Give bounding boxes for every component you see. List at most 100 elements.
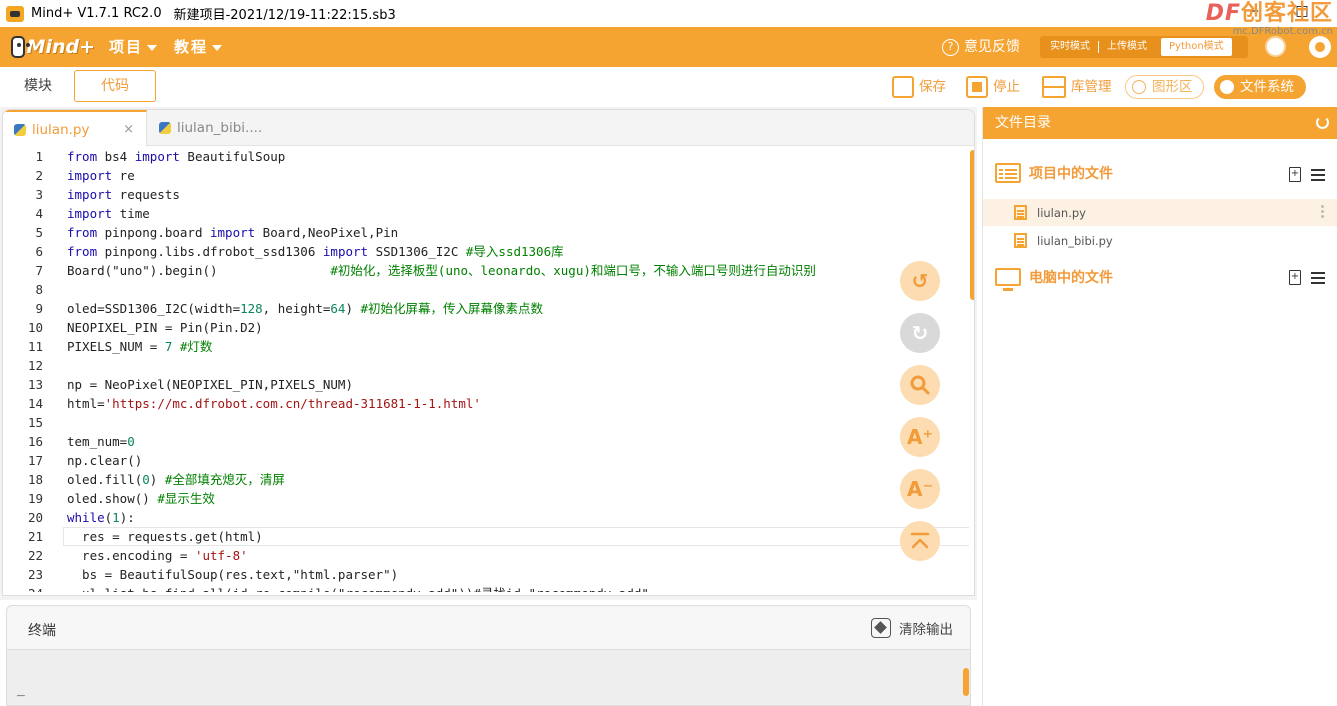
file-panel-header: 文件目录 [983,107,1337,139]
code-line: 21 res = requests.get(html) [3,527,969,546]
line-number: 22 [27,548,43,563]
menubar: Mind+ 项目 教程 ? 意见反馈 实时模式 上传模式 Python模式 [0,27,1337,67]
redo-icon[interactable]: ↻ [900,313,940,353]
code-line: 7 Board("uno").begin() #初始化，选择板型(uno、leon… [3,261,969,280]
line-number: 2 [35,168,43,183]
pc-files-section[interactable]: 电脑中的文件 [995,267,1113,291]
line-number: 16 [27,434,43,449]
file-tab-liulan-bibi[interactable]: liulan_bibi.... [148,110,278,146]
watermark: DF创客社区 mc.DFRobot.com.cn [1206,2,1333,38]
line-number: 24 [3,584,43,592]
stop-label: 停止 [993,79,1020,95]
menu-project[interactable]: 项目 [109,27,158,67]
mode-realtime[interactable]: 实时模式 [1042,38,1098,56]
new-file-icon[interactable]: + [1289,270,1301,285]
file-tab-liulan[interactable]: liulan.py × [3,110,147,147]
avatar[interactable] [1265,36,1286,57]
chevron-down-icon [147,44,158,51]
file-panel: 文件目录 项目中的文件 + liulan.py liulan_bibi.py 电… [982,107,1337,706]
filesystem-button[interactable]: 文件系统 [1214,75,1306,99]
editor-area: liulan.py × liulan_bibi.... 1 from bs4 im… [0,107,977,600]
python-icon [14,123,26,136]
zoom-in-icon[interactable]: A⁺ [900,417,940,457]
clear-output-label: 清除输出 [899,622,953,638]
new-file-icon[interactable]: + [1289,167,1301,182]
filesystem-icon [1220,80,1234,94]
document-icon [1014,205,1027,220]
help-icon: ? [942,38,959,56]
mode-switch: 实时模式 上传模式 Python模式 [1040,36,1248,58]
watermark-url: mc.DFRobot.com.cn [1232,26,1333,37]
code-editor[interactable]: 1 from bs4 import BeautifulSoup 2 import r… [3,147,969,593]
menu-tutorial[interactable]: 教程 [174,27,223,67]
mode-python[interactable]: Python模式 [1161,38,1232,56]
mode-upload[interactable]: 上传模式 [1099,38,1155,56]
scroll-top-icon[interactable] [900,521,940,561]
code-line: 17 np.clear() [3,451,969,470]
code-line: 4 import time [3,204,969,223]
terminal-cursor[interactable]: _ [17,682,25,697]
feedback-button[interactable]: ? 意见反馈 [942,27,1020,67]
menu-icon[interactable] [1311,271,1325,284]
save-label: 保存 [919,79,946,95]
code-line: 6 from pinpong.libs.dfrobot_ssd1306 impor… [3,242,969,261]
file-item-liulan[interactable]: liulan.py [983,199,1337,226]
more-icon[interactable] [1321,205,1324,208]
project-files-section[interactable]: 项目中的文件 [995,163,1113,183]
library-icon [1042,76,1066,98]
window-title-app: Mind+ V1.7.1 RC2.0 [31,6,162,21]
editor-scrollbar[interactable] [970,150,974,300]
window-title-project: 新建项目-2021/12/19-11:22:15.sb3 [173,8,396,23]
code-line: 19 oled.show() #显示生效 [3,489,969,508]
menu-tutorial-label: 教程 [174,38,209,56]
line-number: 21 [27,529,43,544]
code-line: 15 [3,413,969,432]
line-number: 13 [27,377,43,392]
graphics-label: 图形区 [1152,79,1193,95]
file-tab-label: liulan.py [32,121,90,138]
watermark-df: DF [1205,1,1241,26]
chevron-down-icon [212,44,223,51]
editor-box: liulan.py × liulan_bibi.... 1 from bs4 im… [2,109,975,596]
gear-icon[interactable] [1309,36,1331,58]
file-item-liulan-bibi[interactable]: liulan_bibi.py [983,227,1337,254]
menu-project-label: 项目 [109,38,144,56]
window-titlebar: Mind+ V1.7.1 RC2.0 新建项目-2021/12/19-11:22… [0,0,1337,27]
line-number: 5 [35,225,43,240]
terminal-scrollbar[interactable] [963,668,969,696]
undo-icon[interactable]: ↺ [900,261,940,301]
code-line: 14 html='https://mc.dfrobot.com.cn/thread… [3,394,969,413]
graphics-button[interactable]: 图形区 [1125,75,1204,99]
line-number: 11 [27,339,43,354]
code-line: 9 oled=SSD1306_I2C(width=128, height=64) … [3,299,969,318]
line-number: 18 [27,472,43,487]
menu-icon[interactable] [1311,168,1325,181]
code-line: 16 tem_num=0 [3,432,969,451]
line-number: 10 [27,320,43,335]
folder-icon [995,163,1021,183]
save-icon [892,76,914,98]
save-button[interactable]: 保存 [892,73,946,101]
app-logo[interactable]: Mind+ [11,33,95,61]
line-number: 4 [35,206,43,221]
zoom-out-icon[interactable]: A⁻ [900,469,940,509]
code-line: 18 oled.fill(0) #全部填充熄灭，清屏 [3,470,969,489]
line-number: 8 [35,282,43,297]
close-icon[interactable]: × [123,112,134,148]
refresh-icon[interactable] [1316,116,1329,129]
stop-button[interactable]: 停止 [966,73,1020,101]
search-icon[interactable] [900,365,940,405]
monitor-icon [995,268,1021,291]
tab-code[interactable]: 代码 [74,70,156,102]
broom-icon [871,618,891,638]
filesystem-label: 文件系统 [1240,79,1294,95]
clear-output-button[interactable]: 清除输出 [871,618,953,638]
code-line: 11 PIXELS_NUM = 7 #灯数 [3,337,969,356]
python-icon [159,122,171,134]
pc-files-label: 电脑中的文件 [1029,270,1113,286]
code-line: 5 from pinpong.board import Board,NeoPixe… [3,223,969,242]
library-button[interactable]: 库管理 [1042,73,1112,101]
tab-blocks[interactable]: 模块 [6,70,70,102]
file-panel-title: 文件目录 [995,115,1051,131]
code-line: 3 import requests [3,185,969,204]
